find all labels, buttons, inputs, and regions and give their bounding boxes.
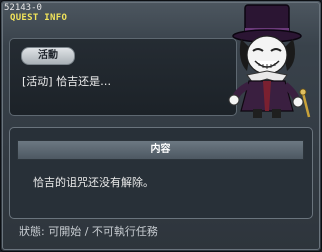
content-text: 恰吉的诅咒还没有解除。 (33, 176, 154, 189)
quest-name: [活动] 恰吉还是… (22, 75, 112, 88)
status-text: 狀態: 可開始 / 不可執行任務 (19, 225, 158, 238)
quest-info-window: 52143-0 QUEST INFO 活動 [活动] 恰吉还是… 内容 恰吉的诅… (0, 0, 322, 252)
quest-id: 52143-0 (4, 3, 42, 13)
window-title: QUEST INFO (10, 13, 68, 23)
content-panel: 内容 恰吉的诅咒还没有解除。 (9, 127, 313, 219)
content-header: 内容 (17, 140, 304, 160)
quest-summary-box: 活動 [活动] 恰吉还是… (9, 38, 237, 116)
category-badge: 活動 (21, 47, 75, 65)
npc-portrait-icon (228, 4, 311, 118)
